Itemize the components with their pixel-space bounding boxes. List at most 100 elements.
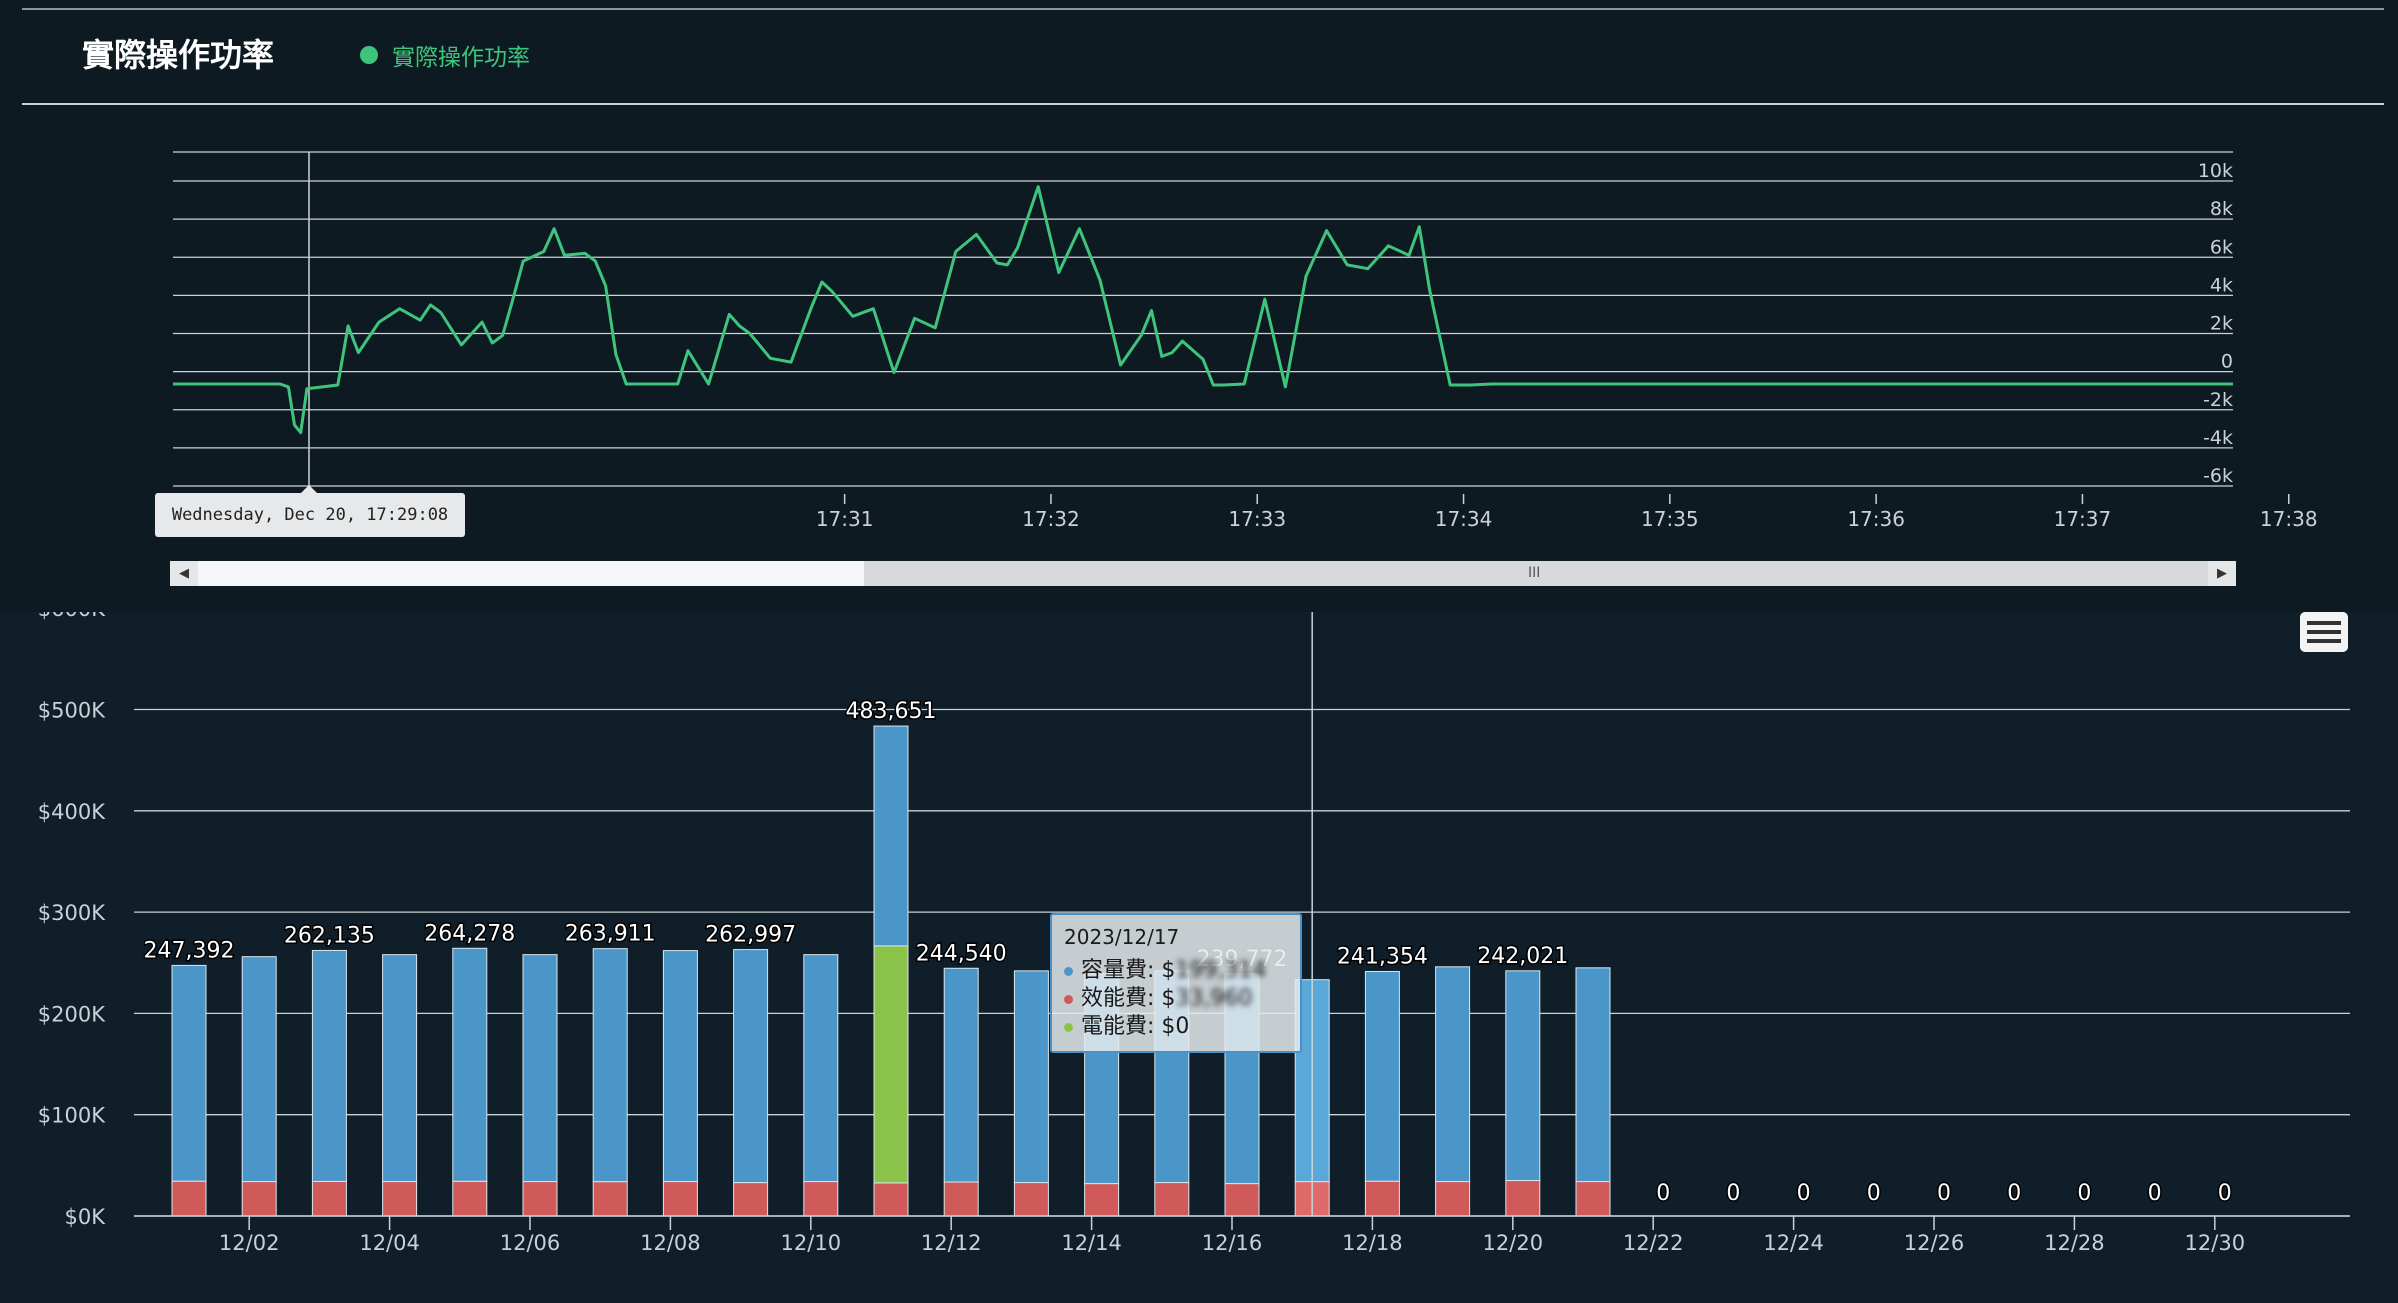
scroll-left-arrow-icon[interactable]: ◀ (170, 561, 198, 586)
x-tick-label: 17:37 (2054, 507, 2112, 531)
bar-data-label: 263,911 (565, 922, 656, 947)
x-tick-label: 17:32 (1022, 507, 1080, 531)
date-tooltip: Wednesday, Dec 20, 17:29:08 (155, 493, 465, 537)
bar-energy-segment (873, 945, 909, 1184)
chart-menu-button[interactable] (2300, 612, 2348, 652)
scrollbar-thumb[interactable] (198, 561, 864, 586)
x-tick-label: 12/04 (359, 1231, 420, 1255)
bar-efficiency-segment (1505, 1180, 1541, 1217)
tooltip-label: 電能費: $ (1081, 1014, 1176, 1039)
bar-efficiency-segment (171, 1180, 207, 1217)
y-tick-label: 0 (2221, 351, 2233, 373)
bar-data-label: 0 (1726, 1181, 1740, 1206)
y-tick-label: $300K (38, 901, 106, 925)
bar-data-label: 262,135 (284, 923, 375, 948)
bar-capacity-segment (873, 725, 909, 947)
bar-efficiency-segment (733, 1182, 769, 1217)
hamburger-icon (2307, 639, 2341, 643)
y-tick-label: $500K (38, 699, 106, 723)
bar-efficiency-segment (592, 1181, 628, 1217)
x-tick-label: 12/16 (1202, 1231, 1263, 1255)
bar-capacity-segment (803, 954, 839, 1183)
bar-capacity-segment (592, 948, 628, 1183)
bar-capacity-segment (733, 949, 769, 1184)
bar-efficiency-segment (311, 1180, 347, 1217)
bar-data-label: 0 (1937, 1181, 1951, 1206)
bar-data-label: 0 (2148, 1181, 2162, 1206)
bar-data-label: 0 (1867, 1181, 1881, 1206)
x-tick-label: 17:33 (1228, 507, 1286, 531)
bar-efficiency-segment (1575, 1181, 1611, 1217)
bar-efficiency-segment (943, 1181, 979, 1217)
bar-data-label: 262,997 (705, 923, 796, 948)
y-tick-label: -6k (2203, 465, 2233, 487)
y-tick-label: $200K (38, 1002, 106, 1026)
bar-capacity-segment (1013, 970, 1049, 1184)
y-tick-label: $100K (38, 1104, 106, 1128)
y-tick-label: $400K (38, 800, 106, 824)
bar-tooltip: 2023/12/17 容量費: $199,314 效能費: $33,960 電能… (1050, 913, 1302, 1053)
bar-data-label: 0 (1797, 1181, 1811, 1206)
x-tick-label: 12/14 (1061, 1231, 1122, 1255)
bar-capacity-segment (943, 967, 979, 1183)
y-tick-label: 10k (2198, 160, 2233, 182)
bar-capacity-segment (1435, 966, 1471, 1183)
x-tick-label: 17:36 (1847, 507, 1905, 531)
bar-data-label: 247,392 (144, 938, 235, 963)
hamburger-icon (2307, 621, 2341, 625)
y-tick-label: -4k (2203, 427, 2233, 449)
x-tick-label: 12/10 (781, 1231, 842, 1255)
x-tick-label: 12/30 (2185, 1231, 2246, 1255)
bar-data-label: 244,540 (916, 941, 1007, 966)
bar-data-label: 0 (2007, 1181, 2021, 1206)
bar-efficiency-segment (873, 1182, 909, 1217)
y-tick-label: $0K (65, 1205, 107, 1229)
bar-capacity-segment (1364, 971, 1400, 1182)
bar-data-label: 264,278 (424, 921, 515, 946)
y-tick-label: 8k (2210, 198, 2233, 220)
navigator-scrollbar[interactable]: ◀ III ▶ (170, 561, 2236, 586)
bar-efficiency-segment (1084, 1183, 1120, 1217)
series-dot-icon (1064, 1022, 1073, 1032)
tooltip-date: 2023/12/17 (1064, 925, 1180, 949)
bar-efficiency-segment (1013, 1182, 1049, 1217)
tooltip-value: 0 (1175, 1014, 1190, 1039)
bar-efficiency-segment (452, 1180, 488, 1217)
bar-data-label: 483,651 (846, 699, 937, 724)
y-tick-label: 4k (2210, 274, 2233, 296)
bar-efficiency-segment (662, 1181, 698, 1217)
bar-efficiency-segment (1435, 1181, 1471, 1217)
x-tick-label: 12/06 (500, 1231, 561, 1255)
bar-efficiency-segment (1364, 1180, 1400, 1217)
y-tick-label: -2k (2203, 389, 2233, 411)
power-series-line (173, 185, 2233, 435)
x-tick-label: 12/26 (1904, 1231, 1965, 1255)
bar-capacity-segment (1505, 970, 1541, 1182)
bar-data-label: 242,021 (1477, 944, 1568, 969)
bar-capacity-segment (522, 954, 558, 1183)
x-tick-label: 12/18 (1342, 1231, 1403, 1255)
scrollbar-grip-icon[interactable]: III (1528, 561, 1540, 586)
x-tick-label: 12/24 (1763, 1231, 1824, 1255)
x-tick-label: 12/22 (1623, 1231, 1684, 1255)
bar-data-label: 0 (2218, 1181, 2232, 1206)
bar-data-label: 241,354 (1337, 945, 1428, 970)
hamburger-icon (2307, 630, 2341, 634)
y-tick-label: 6k (2210, 236, 2233, 258)
bar-efficiency-segment (803, 1181, 839, 1217)
y-tick-label: $600K (38, 612, 106, 621)
y-tick-label: 2k (2210, 313, 2233, 335)
bar-capacity-segment (662, 950, 698, 1183)
x-tick-label: 17:31 (816, 507, 874, 531)
scroll-right-arrow-icon[interactable]: ▶ (2208, 561, 2236, 586)
power-line-panel: 實際操作功率 實際操作功率 10k 8k 6k 4k 2k 0 -2k -4k -6k 17:31… (0, 0, 2398, 612)
x-tick-label: 12/08 (640, 1231, 701, 1255)
x-tick-label: 17:35 (1641, 507, 1699, 531)
bar-efficiency-segment (1154, 1182, 1190, 1217)
bar-capacity-segment (452, 947, 488, 1182)
bar-capacity-segment (241, 956, 277, 1183)
bar-efficiency-segment (1224, 1183, 1260, 1217)
x-tick-label: 12/20 (1483, 1231, 1544, 1255)
bar-capacity-segment (1575, 967, 1611, 1183)
tooltip-row-energy: 電能費: $0 (1064, 1008, 1189, 1040)
